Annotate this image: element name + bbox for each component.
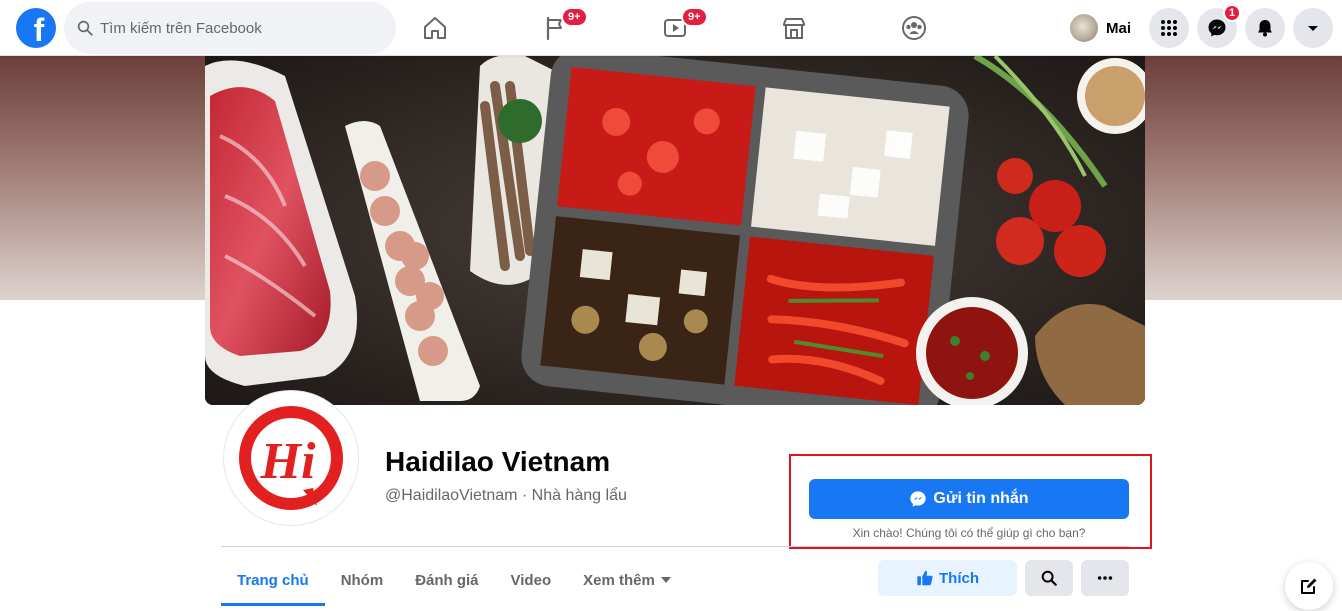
tab-label: Video: [510, 571, 552, 589]
new-message-button[interactable]: [1285, 562, 1333, 610]
top-navigation-bar: f 9+ 9+ Mai 1: [0, 0, 1342, 56]
more-dots-icon: [1097, 576, 1113, 580]
search-page-button[interactable]: [1025, 560, 1073, 596]
more-options-button[interactable]: [1081, 560, 1129, 596]
greeting-text: Xin chào! Chúng tôi có thể giúp gì cho b…: [852, 526, 1086, 540]
nav-tab-groups[interactable]: [858, 0, 970, 56]
send-message-label: Gửi tin nhắn: [933, 490, 1029, 507]
nav-tab-marketplace[interactable]: [738, 0, 850, 56]
nav-tab-pages[interactable]: 9+: [499, 0, 611, 56]
nav-tab-home[interactable]: [379, 0, 491, 56]
cover-photo[interactable]: [205, 56, 1145, 405]
compose-icon: [1301, 578, 1317, 594]
tab-label: Đánh giá: [415, 571, 479, 589]
tab-label: Nhóm: [340, 571, 384, 589]
search-icon: [77, 20, 93, 36]
messenger-button[interactable]: 1: [1197, 4, 1241, 48]
profile-shortcut[interactable]: Mai: [1064, 10, 1137, 46]
grid-menu-icon: [1161, 20, 1177, 36]
divider: [221, 546, 1129, 547]
marketplace-store-icon: [783, 18, 805, 39]
search-box[interactable]: [64, 2, 396, 54]
home-icon: [424, 17, 446, 39]
tab-videos[interactable]: Video: [495, 554, 568, 606]
caret-down-icon: [1308, 26, 1318, 31]
search-input[interactable]: [100, 19, 360, 37]
haidilao-logo-icon: Hi: [239, 406, 343, 510]
nav-tab-watch[interactable]: 9+: [619, 0, 731, 56]
like-page-button[interactable]: Thích: [878, 560, 1017, 596]
hotpot-cover-image: [205, 56, 1145, 405]
avatar: [1070, 14, 1098, 42]
tab-reviews[interactable]: Đánh giá: [399, 554, 494, 606]
tab-label: Trang chủ: [237, 571, 309, 589]
messenger-icon: [910, 491, 927, 507]
account-menu-button[interactable]: [1293, 8, 1333, 48]
pages-badge: 9+: [561, 7, 588, 27]
bell-icon: [1258, 20, 1272, 37]
send-message-button[interactable]: Gửi tin nhắn: [809, 479, 1129, 519]
messenger-icon: [1208, 19, 1226, 37]
thumbs-up-icon: [917, 570, 933, 586]
search-icon: [1041, 570, 1057, 586]
caret-down-icon: [660, 577, 671, 583]
page-tabs: Trang chủ Nhóm Đánh giá Video Xem thêm: [221, 554, 687, 606]
tab-more[interactable]: Xem thêm: [567, 554, 687, 606]
page-handle-category: @HaidilaoVietnam · Nhà hàng lẩu: [385, 487, 627, 504]
tab-groups[interactable]: Nhóm: [325, 554, 400, 606]
menu-button[interactable]: [1149, 8, 1189, 48]
user-name: Mai: [1106, 19, 1132, 37]
page-profile-picture[interactable]: Hi: [224, 391, 358, 525]
page-title: Haidilao Vietnam: [385, 446, 611, 477]
notifications-button[interactable]: [1245, 8, 1285, 48]
facebook-logo-icon[interactable]: f: [16, 8, 56, 48]
like-label: Thích: [939, 569, 979, 587]
watch-badge: 9+: [681, 7, 708, 27]
logo-text: Hi: [260, 433, 316, 490]
messenger-badge: 1: [1223, 4, 1241, 22]
groups-icon: [902, 16, 926, 40]
tab-label: Xem thêm: [583, 571, 655, 589]
tab-home[interactable]: Trang chủ: [221, 554, 325, 606]
